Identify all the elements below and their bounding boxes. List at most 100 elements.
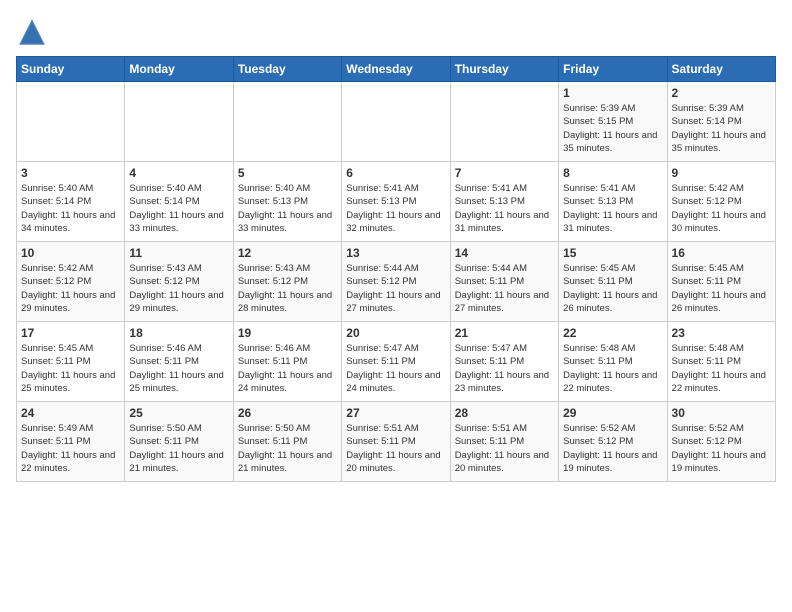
calendar-cell bbox=[125, 82, 233, 162]
calendar-cell: 17 Sunrise: 5:45 AM Sunset: 5:11 PM Dayli… bbox=[17, 322, 125, 402]
calendar-cell: 28 Sunrise: 5:51 AM Sunset: 5:11 PM Dayli… bbox=[450, 402, 558, 482]
day-info: Sunrise: 5:41 AM Sunset: 5:13 PM Dayligh… bbox=[346, 182, 445, 235]
day-number: 23 bbox=[672, 326, 771, 340]
day-info: Sunrise: 5:43 AM Sunset: 5:12 PM Dayligh… bbox=[238, 262, 337, 315]
day-info: Sunrise: 5:50 AM Sunset: 5:11 PM Dayligh… bbox=[129, 422, 228, 475]
calendar-body: 1 Sunrise: 5:39 AM Sunset: 5:15 PM Daylig… bbox=[17, 82, 776, 482]
logo-icon bbox=[16, 16, 48, 48]
day-info: Sunrise: 5:52 AM Sunset: 5:12 PM Dayligh… bbox=[672, 422, 771, 475]
calendar-cell: 29 Sunrise: 5:52 AM Sunset: 5:12 PM Dayli… bbox=[559, 402, 667, 482]
day-number: 28 bbox=[455, 406, 554, 420]
day-number: 5 bbox=[238, 166, 337, 180]
calendar-cell: 8 Sunrise: 5:41 AM Sunset: 5:13 PM Daylig… bbox=[559, 162, 667, 242]
calendar-cell: 14Sunrise: 5:44 AM Sunset: 5:11 PM Dayli… bbox=[450, 242, 558, 322]
day-number: 14 bbox=[455, 246, 554, 260]
day-info: Sunrise: 5:48 AM Sunset: 5:11 PM Dayligh… bbox=[563, 342, 662, 395]
day-number: 12 bbox=[238, 246, 337, 260]
day-number: 17 bbox=[21, 326, 120, 340]
day-number: 20 bbox=[346, 326, 445, 340]
day-info: Sunrise: 5:44 AM Sunset: 5:12 PM Dayligh… bbox=[346, 262, 445, 315]
day-info: Sunrise: 5:45 AM Sunset: 5:11 PM Dayligh… bbox=[563, 262, 662, 315]
day-info: Sunrise: 5:51 AM Sunset: 5:11 PM Dayligh… bbox=[455, 422, 554, 475]
day-number: 26 bbox=[238, 406, 337, 420]
calendar-cell: 18 Sunrise: 5:46 AM Sunset: 5:11 PM Dayli… bbox=[125, 322, 233, 402]
day-info: Sunrise: 5:46 AM Sunset: 5:11 PM Dayligh… bbox=[129, 342, 228, 395]
day-number: 9 bbox=[672, 166, 771, 180]
week-row-4: 17 Sunrise: 5:45 AM Sunset: 5:11 PM Dayli… bbox=[17, 322, 776, 402]
calendar-cell: 13 Sunrise: 5:44 AM Sunset: 5:12 PM Dayli… bbox=[342, 242, 450, 322]
day-number: 7 bbox=[455, 166, 554, 180]
day-number: 24 bbox=[21, 406, 120, 420]
day-info: Sunrise: 5:45 AM Sunset: 5:11 PM Dayligh… bbox=[672, 262, 771, 315]
day-info: Sunrise: 5:41 AM Sunset: 5:13 PM Dayligh… bbox=[455, 182, 554, 235]
day-number: 4 bbox=[129, 166, 228, 180]
day-number: 2 bbox=[672, 86, 771, 100]
day-info: Sunrise: 5:47 AM Sunset: 5:11 PM Dayligh… bbox=[455, 342, 554, 395]
day-info: Sunrise: 5:43 AM Sunset: 5:12 PM Dayligh… bbox=[129, 262, 228, 315]
calendar-cell bbox=[233, 82, 341, 162]
calendar-cell: 7 Sunrise: 5:41 AM Sunset: 5:13 PM Daylig… bbox=[450, 162, 558, 242]
day-info: Sunrise: 5:51 AM Sunset: 5:11 PM Dayligh… bbox=[346, 422, 445, 475]
day-number: 15 bbox=[563, 246, 662, 260]
day-number: 25 bbox=[129, 406, 228, 420]
calendar-cell: 15 Sunrise: 5:45 AM Sunset: 5:11 PM Dayli… bbox=[559, 242, 667, 322]
day-number: 21 bbox=[455, 326, 554, 340]
calendar-cell: 25 Sunrise: 5:50 AM Sunset: 5:11 PM Dayli… bbox=[125, 402, 233, 482]
day-info: Sunrise: 5:40 AM Sunset: 5:14 PM Dayligh… bbox=[21, 182, 120, 235]
day-number: 29 bbox=[563, 406, 662, 420]
day-info: Sunrise: 5:49 AM Sunset: 5:11 PM Dayligh… bbox=[21, 422, 120, 475]
column-header-tuesday: Tuesday bbox=[233, 57, 341, 82]
day-info: Sunrise: 5:52 AM Sunset: 5:12 PM Dayligh… bbox=[563, 422, 662, 475]
column-header-saturday: Saturday bbox=[667, 57, 775, 82]
day-number: 19 bbox=[238, 326, 337, 340]
day-number: 18 bbox=[129, 326, 228, 340]
calendar-cell: 20 Sunrise: 5:47 AM Sunset: 5:11 PM Dayli… bbox=[342, 322, 450, 402]
day-number: 27 bbox=[346, 406, 445, 420]
calendar-cell bbox=[17, 82, 125, 162]
calendar-table: SundayMondayTuesdayWednesdayThursdayFrid… bbox=[16, 56, 776, 482]
day-info: Sunrise: 5:42 AM Sunset: 5:12 PM Dayligh… bbox=[21, 262, 120, 315]
calendar-cell: 21 Sunrise: 5:47 AM Sunset: 5:11 PM Dayli… bbox=[450, 322, 558, 402]
day-info: Sunrise: 5:45 AM Sunset: 5:11 PM Dayligh… bbox=[21, 342, 120, 395]
calendar-cell: 3 Sunrise: 5:40 AM Sunset: 5:14 PM Daylig… bbox=[17, 162, 125, 242]
day-info: Sunrise: 5:48 AM Sunset: 5:11 PM Dayligh… bbox=[672, 342, 771, 395]
calendar-cell: 11 Sunrise: 5:43 AM Sunset: 5:12 PM Dayli… bbox=[125, 242, 233, 322]
calendar-cell: 23 Sunrise: 5:48 AM Sunset: 5:11 PM Dayli… bbox=[667, 322, 775, 402]
column-header-sunday: Sunday bbox=[17, 57, 125, 82]
day-info: Sunrise: 5:39 AM Sunset: 5:15 PM Dayligh… bbox=[563, 102, 662, 155]
day-number: 8 bbox=[563, 166, 662, 180]
day-number: 10 bbox=[21, 246, 120, 260]
calendar-cell: 6Sunrise: 5:41 AM Sunset: 5:13 PM Daylig… bbox=[342, 162, 450, 242]
day-info: Sunrise: 5:39 AM Sunset: 5:14 PM Dayligh… bbox=[672, 102, 771, 155]
column-header-thursday: Thursday bbox=[450, 57, 558, 82]
calendar-cell bbox=[450, 82, 558, 162]
day-number: 30 bbox=[672, 406, 771, 420]
column-header-friday: Friday bbox=[559, 57, 667, 82]
week-row-3: 10 Sunrise: 5:42 AM Sunset: 5:12 PM Dayli… bbox=[17, 242, 776, 322]
calendar-cell: 1 Sunrise: 5:39 AM Sunset: 5:15 PM Daylig… bbox=[559, 82, 667, 162]
calendar-cell: 12 Sunrise: 5:43 AM Sunset: 5:12 PM Dayli… bbox=[233, 242, 341, 322]
day-number: 11 bbox=[129, 246, 228, 260]
calendar-cell: 30 Sunrise: 5:52 AM Sunset: 5:12 PM Dayli… bbox=[667, 402, 775, 482]
day-info: Sunrise: 5:50 AM Sunset: 5:11 PM Dayligh… bbox=[238, 422, 337, 475]
day-info: Sunrise: 5:40 AM Sunset: 5:13 PM Dayligh… bbox=[238, 182, 337, 235]
day-info: Sunrise: 5:47 AM Sunset: 5:11 PM Dayligh… bbox=[346, 342, 445, 395]
week-row-5: 24 Sunrise: 5:49 AM Sunset: 5:11 PM Dayli… bbox=[17, 402, 776, 482]
calendar-cell: 26 Sunrise: 5:50 AM Sunset: 5:11 PM Dayli… bbox=[233, 402, 341, 482]
day-info: Sunrise: 5:41 AM Sunset: 5:13 PM Dayligh… bbox=[563, 182, 662, 235]
calendar-cell: 5 Sunrise: 5:40 AM Sunset: 5:13 PM Daylig… bbox=[233, 162, 341, 242]
calendar-cell: 27 Sunrise: 5:51 AM Sunset: 5:11 PM Dayli… bbox=[342, 402, 450, 482]
calendar-cell: 2 Sunrise: 5:39 AM Sunset: 5:14 PM Daylig… bbox=[667, 82, 775, 162]
week-row-1: 1 Sunrise: 5:39 AM Sunset: 5:15 PM Daylig… bbox=[17, 82, 776, 162]
page-header bbox=[16, 16, 776, 48]
day-number: 3 bbox=[21, 166, 120, 180]
calendar-cell: 22Sunrise: 5:48 AM Sunset: 5:11 PM Dayli… bbox=[559, 322, 667, 402]
day-info: Sunrise: 5:46 AM Sunset: 5:11 PM Dayligh… bbox=[238, 342, 337, 395]
day-info: Sunrise: 5:42 AM Sunset: 5:12 PM Dayligh… bbox=[672, 182, 771, 235]
day-number: 13 bbox=[346, 246, 445, 260]
calendar-cell: 24 Sunrise: 5:49 AM Sunset: 5:11 PM Dayli… bbox=[17, 402, 125, 482]
day-info: Sunrise: 5:40 AM Sunset: 5:14 PM Dayligh… bbox=[129, 182, 228, 235]
week-row-2: 3 Sunrise: 5:40 AM Sunset: 5:14 PM Daylig… bbox=[17, 162, 776, 242]
calendar-header-row: SundayMondayTuesdayWednesdayThursdayFrid… bbox=[17, 57, 776, 82]
day-number: 1 bbox=[563, 86, 662, 100]
